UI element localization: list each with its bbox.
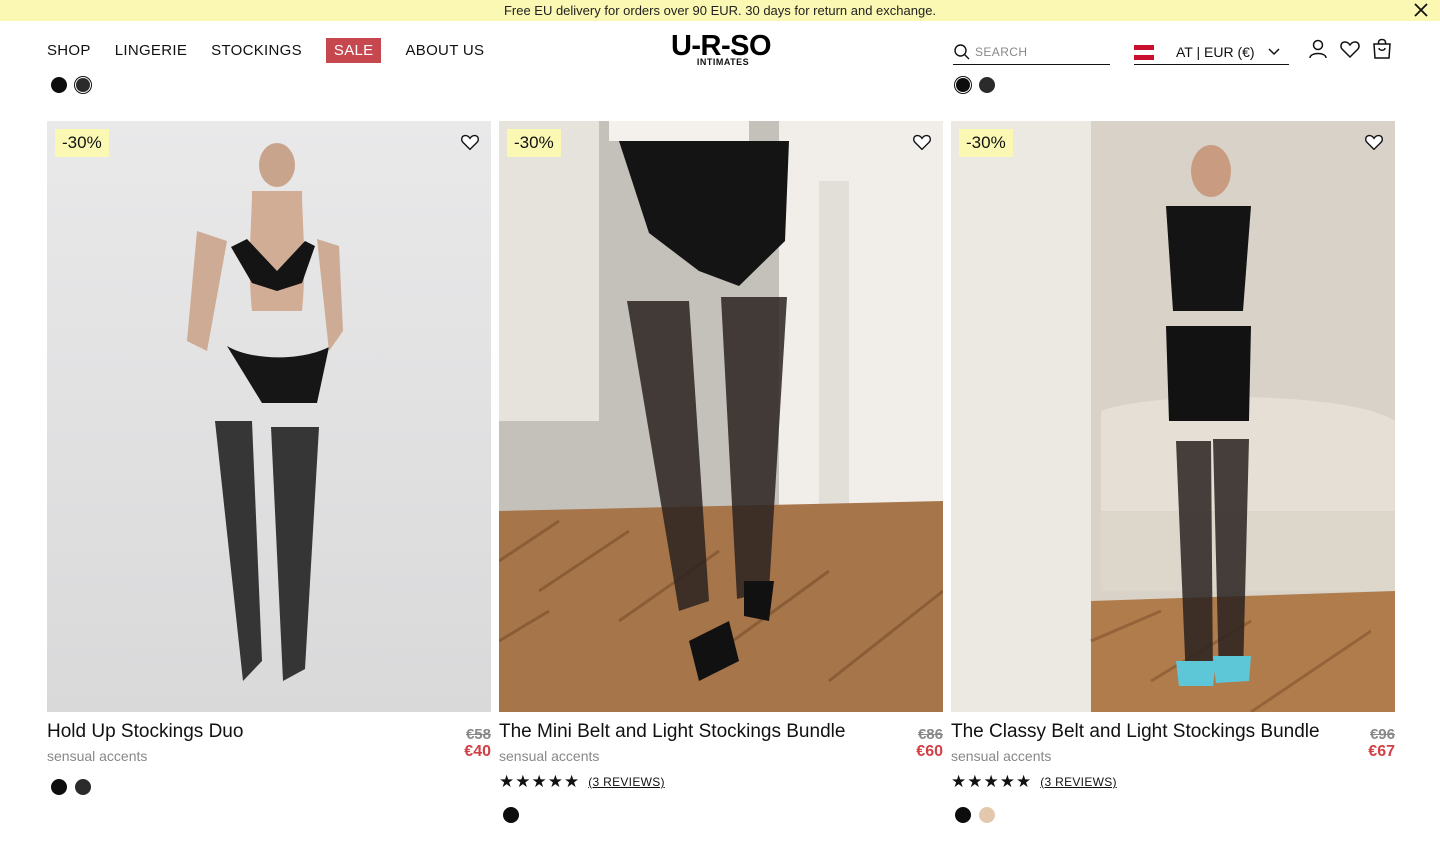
swatch-black[interactable]	[955, 807, 971, 823]
color-swatches	[51, 779, 99, 795]
search-placeholder: SEARCH	[975, 45, 1028, 59]
brand-logo[interactable]: U-R-SO INTIMATES	[652, 30, 790, 68]
old-price: €86	[917, 726, 943, 743]
swatch-black[interactable]	[503, 807, 519, 823]
product-title[interactable]: The Mini Belt and Light Stockings Bundle	[499, 721, 845, 743]
nav-shop[interactable]: SHOP	[47, 42, 91, 59]
swatch-charcoal[interactable]	[979, 77, 995, 93]
product-photo-placeholder	[47, 121, 491, 712]
header-icons	[1306, 37, 1402, 61]
swatch-charcoal[interactable]	[76, 78, 90, 92]
search-icon	[954, 44, 970, 60]
swatch-charcoal[interactable]	[75, 779, 91, 795]
close-icon[interactable]	[1412, 1, 1430, 19]
product-collection: sensual accents	[499, 748, 600, 764]
color-swatches-prev-1	[51, 77, 99, 93]
account-icon[interactable]	[1306, 37, 1330, 61]
color-swatches-prev-3	[955, 77, 1003, 93]
announcement-text: Free EU delivery for orders over 90 EUR.…	[503, 3, 937, 18]
product-photo-placeholder	[951, 121, 1395, 712]
product-card[interactable]: -30% The Classy Belt and Light Stockings…	[951, 121, 1395, 823]
country-currency-select[interactable]: AT | EUR (€)	[1134, 40, 1289, 65]
color-swatches	[955, 807, 1003, 823]
wishlist-heart-icon[interactable]	[1363, 131, 1385, 153]
reviews-link[interactable]: (3 REVIEWS)	[588, 775, 665, 789]
locale-label: AT | EUR (€)	[1176, 44, 1255, 60]
nav-stockings[interactable]: STOCKINGS	[211, 42, 302, 59]
nav-lingerie[interactable]: LINGERIE	[115, 42, 187, 59]
nav-about-us[interactable]: ABOUT US	[405, 42, 484, 59]
wishlist-icon[interactable]	[1338, 37, 1362, 61]
product-image[interactable]: -30%	[951, 121, 1395, 712]
color-swatches	[503, 807, 527, 823]
product-collection: sensual accents	[951, 748, 1052, 764]
product-title[interactable]: The Classy Belt and Light Stockings Bund…	[951, 721, 1320, 743]
product-title[interactable]: Hold Up Stockings Duo	[47, 721, 243, 743]
sale-price: €67	[1368, 743, 1395, 760]
sale-price: €60	[916, 743, 943, 760]
site-header: SHOP LINGERIE STOCKINGS SALE ABOUT US U-…	[0, 21, 1440, 81]
discount-badge: -30%	[55, 129, 109, 157]
main-nav: SHOP LINGERIE STOCKINGS SALE ABOUT US	[47, 38, 508, 63]
chevron-down-icon	[1268, 48, 1280, 56]
product-collection: sensual accents	[47, 748, 148, 764]
logo-wordmark: U-R-SO	[670, 30, 772, 62]
search-input[interactable]: SEARCH	[953, 40, 1110, 65]
swatch-black[interactable]	[51, 779, 67, 795]
discount-badge: -30%	[507, 129, 561, 157]
swatch-black[interactable]	[956, 78, 970, 92]
sale-price: €40	[464, 743, 491, 760]
product-image[interactable]: -30%	[499, 121, 943, 712]
old-price: €58	[465, 726, 491, 743]
product-card[interactable]: -30% The Mini Belt and Light Stockings B…	[499, 121, 943, 823]
swatch-black[interactable]	[51, 77, 67, 93]
announcement-bar: Free EU delivery for orders over 90 EUR.…	[0, 0, 1440, 21]
wishlist-heart-icon[interactable]	[459, 131, 481, 153]
product-image[interactable]: -30%	[47, 121, 491, 712]
star-rating-icons: ★★★★★	[951, 772, 1033, 791]
swatch-nude[interactable]	[979, 807, 995, 823]
wishlist-heart-icon[interactable]	[911, 131, 933, 153]
product-rating: ★★★★★ (3 REVIEWS)	[951, 772, 1117, 792]
discount-badge: -30%	[959, 129, 1013, 157]
product-rating: ★★★★★ (3 REVIEWS)	[499, 772, 665, 792]
product-card[interactable]: -30% Hold Up Stockings Duo sensual accen…	[47, 121, 491, 795]
reviews-link[interactable]: (3 REVIEWS)	[1040, 775, 1117, 789]
product-photo-placeholder	[499, 121, 943, 712]
star-rating-icons: ★★★★★	[499, 772, 581, 791]
austria-flag-icon	[1134, 44, 1154, 60]
old-price: €96	[1369, 726, 1395, 743]
nav-sale[interactable]: SALE	[325, 38, 382, 63]
cart-icon[interactable]	[1370, 37, 1394, 61]
